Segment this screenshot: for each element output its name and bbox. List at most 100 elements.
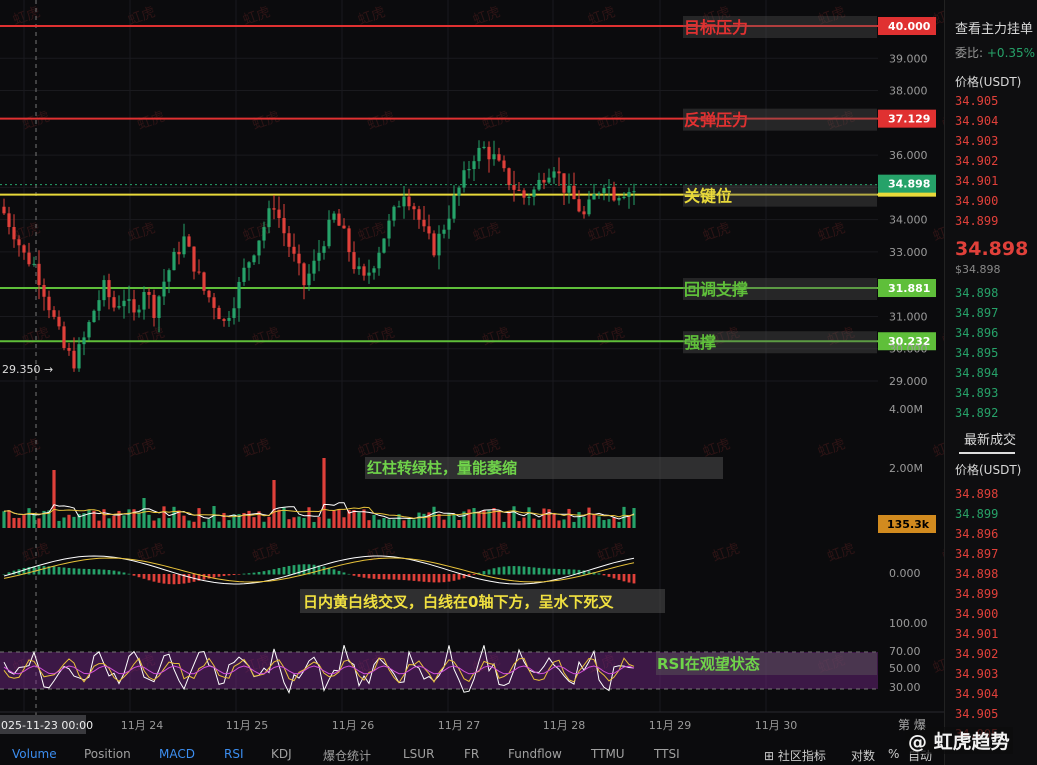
candle-body[interactable]: [322, 246, 326, 253]
macd-histogram-bar[interactable]: [142, 574, 146, 579]
macd-histogram-bar[interactable]: [157, 574, 161, 583]
volume-bar[interactable]: [527, 507, 531, 528]
macd-histogram-bar[interactable]: [472, 574, 476, 575]
candle-body[interactable]: [312, 260, 316, 274]
macd-histogram-bar[interactable]: [432, 574, 436, 583]
macd-histogram-bar[interactable]: [602, 574, 606, 576]
macd-histogram-bar[interactable]: [217, 574, 221, 577]
candle-body[interactable]: [352, 252, 356, 270]
macd-histogram-bar[interactable]: [42, 566, 46, 575]
candle-body[interactable]: [562, 173, 566, 193]
candle-body[interactable]: [407, 196, 411, 207]
volume-bar[interactable]: [597, 516, 601, 528]
macd-histogram-bar[interactable]: [497, 567, 501, 575]
volume-bar[interactable]: [207, 519, 211, 528]
macd-histogram-bar[interactable]: [267, 570, 271, 575]
volume-bar[interactable]: [212, 506, 216, 528]
candle-body[interactable]: [597, 193, 601, 195]
candle-body[interactable]: [382, 238, 386, 253]
macd-histogram-bar[interactable]: [67, 567, 71, 575]
candle-body[interactable]: [602, 188, 606, 194]
macd-histogram-bar[interactable]: [597, 573, 601, 575]
macd-histogram-bar[interactable]: [212, 574, 216, 578]
bid-price[interactable]: 34.894: [955, 366, 998, 380]
volume-bar[interactable]: [572, 521, 576, 528]
macd-histogram-bar[interactable]: [517, 566, 521, 575]
volume-bar[interactable]: [152, 520, 156, 528]
volume-bar[interactable]: [162, 506, 166, 528]
candle-body[interactable]: [347, 228, 351, 253]
macd-histogram-bar[interactable]: [482, 571, 486, 575]
candle-body[interactable]: [587, 199, 591, 215]
volume-bar[interactable]: [137, 512, 141, 528]
chart-canvas[interactable]: 虹虎 虹虎 虹虎 虹虎 虹虎 虹虎 虹虎虹虎 虹虎 虹虎 虹虎 虹虎 虹虎 虹虎虹虎 虹虎 虹虎 虹虎 虹虎 虹虎…: [0, 0, 944, 765]
tab-fr[interactable]: FR: [464, 747, 479, 761]
log-scale-toggle[interactable]: 对数: [851, 747, 875, 764]
candle-body[interactable]: [472, 161, 476, 170]
candle-body[interactable]: [617, 197, 621, 201]
volume-bar[interactable]: [157, 518, 161, 528]
macd-histogram-bar[interactable]: [77, 568, 81, 575]
macd-histogram-bar[interactable]: [177, 574, 181, 585]
macd-histogram-bar[interactable]: [257, 571, 261, 575]
candle-body[interactable]: [182, 236, 186, 255]
volume-bar[interactable]: [417, 512, 421, 528]
macd-histogram-bar[interactable]: [427, 574, 431, 583]
volume-bar[interactable]: [317, 516, 321, 528]
candle-body[interactable]: [402, 196, 406, 207]
volume-bar[interactable]: [177, 510, 181, 528]
candle-body[interactable]: [337, 213, 341, 226]
candle-body[interactable]: [627, 192, 631, 197]
candle-body[interactable]: [237, 281, 241, 309]
volume-bar[interactable]: [227, 520, 231, 528]
candle-body[interactable]: [592, 194, 596, 200]
macd-histogram-bar[interactable]: [382, 574, 386, 580]
candle-body[interactable]: [622, 196, 626, 198]
volume-bar[interactable]: [602, 520, 606, 528]
tab-fundflow[interactable]: Fundflow: [508, 747, 562, 761]
candle-body[interactable]: [567, 185, 571, 193]
volume-bar[interactable]: [267, 516, 271, 528]
volume-bar[interactable]: [467, 509, 471, 528]
candle-body[interactable]: [227, 317, 231, 321]
candle-body[interactable]: [377, 252, 381, 269]
candle-body[interactable]: [187, 236, 191, 247]
macd-histogram-bar[interactable]: [547, 568, 551, 575]
macd-histogram-bar[interactable]: [347, 573, 351, 575]
candle-body[interactable]: [177, 251, 181, 255]
macd-histogram-bar[interactable]: [242, 573, 246, 575]
candle-body[interactable]: [502, 160, 506, 169]
candle-body[interactable]: [287, 233, 291, 247]
macd-histogram-bar[interactable]: [202, 574, 206, 580]
tab-kdj[interactable]: KDJ: [271, 747, 292, 761]
macd-histogram-bar[interactable]: [332, 569, 336, 575]
macd-histogram-bar[interactable]: [322, 566, 326, 575]
candle-body[interactable]: [132, 299, 136, 313]
volume-bar[interactable]: [172, 506, 176, 528]
community-indicators-button[interactable]: ⊞ 社区指标: [764, 747, 826, 764]
candle-body[interactable]: [42, 284, 46, 297]
candle-body[interactable]: [577, 199, 581, 212]
macd-histogram-bar[interactable]: [287, 565, 291, 575]
macd-histogram-bar[interactable]: [612, 574, 616, 579]
tab-ttsi[interactable]: TTSI: [654, 747, 680, 761]
macd-histogram-bar[interactable]: [62, 567, 66, 575]
volume-bar[interactable]: [387, 519, 391, 528]
candle-body[interactable]: [12, 226, 16, 240]
candle-body[interactable]: [57, 316, 61, 327]
macd-histogram-bar[interactable]: [57, 567, 61, 575]
candle-body[interactable]: [307, 273, 311, 286]
volume-bar[interactable]: [192, 521, 196, 528]
macd-histogram-bar[interactable]: [522, 566, 526, 575]
macd-histogram-bar[interactable]: [392, 574, 396, 580]
macd-histogram-bar[interactable]: [607, 574, 611, 577]
candle-body[interactable]: [97, 300, 101, 311]
macd-histogram-bar[interactable]: [457, 574, 461, 580]
macd-histogram-bar[interactable]: [447, 574, 451, 582]
macd-histogram-bar[interactable]: [82, 568, 86, 575]
candle-body[interactable]: [277, 209, 281, 219]
candle-body[interactable]: [127, 299, 131, 301]
macd-histogram-bar[interactable]: [437, 574, 441, 583]
candle-body[interactable]: [477, 147, 481, 162]
macd-histogram-bar[interactable]: [527, 566, 531, 575]
